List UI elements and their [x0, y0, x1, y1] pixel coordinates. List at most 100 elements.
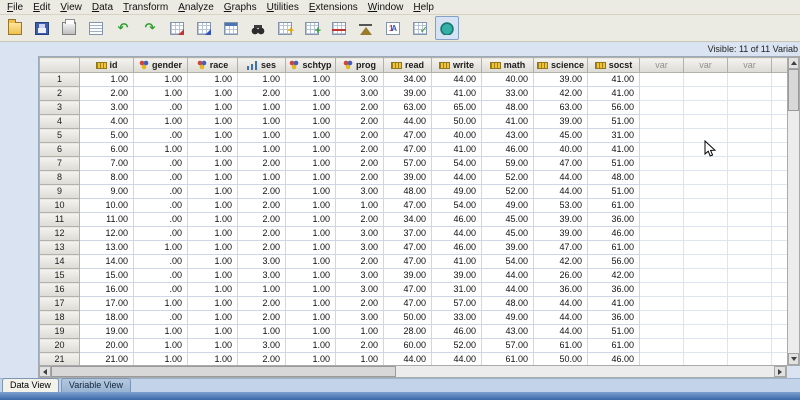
- cell-prog-3[interactable]: 2.00: [335, 100, 384, 115]
- cell-var4-2[interactable]: [771, 86, 787, 101]
- cell-prog-10[interactable]: 1.00: [335, 198, 384, 213]
- cell-math-9[interactable]: 52.00: [481, 184, 534, 199]
- vertical-scroll-thumb[interactable]: [788, 69, 799, 111]
- cell-var2-15[interactable]: [683, 268, 728, 283]
- cell-var3-11[interactable]: [727, 212, 772, 227]
- cell-write-21[interactable]: 44.00: [431, 352, 482, 366]
- cell-var1-11[interactable]: [639, 212, 684, 227]
- cell-read-11[interactable]: 34.00: [383, 212, 432, 227]
- column-header-prog[interactable]: prog: [335, 57, 384, 73]
- column-header-gender[interactable]: gender: [133, 57, 188, 73]
- cell-gender-10[interactable]: .00: [133, 198, 188, 213]
- row-header-19[interactable]: 19: [39, 324, 80, 339]
- cell-var4-5[interactable]: [771, 128, 787, 143]
- variables-button[interactable]: [219, 16, 243, 40]
- cell-gender-14[interactable]: .00: [133, 254, 188, 269]
- cell-race-4[interactable]: 1.00: [187, 114, 238, 129]
- tab-variable-view[interactable]: Variable View: [60, 378, 132, 392]
- row-header-7[interactable]: 7: [39, 156, 80, 171]
- row-header-18[interactable]: 18: [39, 310, 80, 325]
- cell-write-7[interactable]: 54.00: [431, 156, 482, 171]
- cell-var3-13[interactable]: [727, 240, 772, 255]
- cell-write-10[interactable]: 54.00: [431, 198, 482, 213]
- cell-var2-9[interactable]: [683, 184, 728, 199]
- cell-race-20[interactable]: 1.00: [187, 338, 238, 353]
- cell-var3-2[interactable]: [727, 86, 772, 101]
- insert-variable-button[interactable]: [300, 16, 324, 40]
- cell-science-20[interactable]: 61.00: [533, 338, 588, 353]
- menu-utilities[interactable]: Utilities: [262, 1, 304, 14]
- cell-var4-14[interactable]: [771, 254, 787, 269]
- cell-var4-20[interactable]: [771, 338, 787, 353]
- cell-var1-20[interactable]: [639, 338, 684, 353]
- cell-read-10[interactable]: 47.00: [383, 198, 432, 213]
- cell-gender-9[interactable]: .00: [133, 184, 188, 199]
- cell-id-21[interactable]: 21.00: [79, 352, 134, 366]
- cell-gender-12[interactable]: .00: [133, 226, 188, 241]
- cell-gender-2[interactable]: 1.00: [133, 86, 188, 101]
- cell-socst-3[interactable]: 56.00: [587, 100, 640, 115]
- cell-id-17[interactable]: 17.00: [79, 296, 134, 311]
- menu-file[interactable]: File: [2, 1, 28, 14]
- cell-var4-12[interactable]: [771, 226, 787, 241]
- cell-ses-19[interactable]: 1.00: [237, 324, 286, 339]
- cell-math-5[interactable]: 43.00: [481, 128, 534, 143]
- cell-race-15[interactable]: 1.00: [187, 268, 238, 283]
- cell-write-3[interactable]: 65.00: [431, 100, 482, 115]
- row-header-13[interactable]: 13: [39, 240, 80, 255]
- cell-var2-18[interactable]: [683, 310, 728, 325]
- open-data-button[interactable]: [3, 16, 27, 40]
- menu-transform[interactable]: Transform: [118, 1, 173, 14]
- cell-read-19[interactable]: 28.00: [383, 324, 432, 339]
- cell-id-2[interactable]: 2.00: [79, 86, 134, 101]
- cell-write-14[interactable]: 41.00: [431, 254, 482, 269]
- cell-ses-1[interactable]: 1.00: [237, 72, 286, 87]
- cell-prog-11[interactable]: 2.00: [335, 212, 384, 227]
- cell-var2-20[interactable]: [683, 338, 728, 353]
- cell-var3-6[interactable]: [727, 142, 772, 157]
- cell-race-17[interactable]: 1.00: [187, 296, 238, 311]
- cell-var3-20[interactable]: [727, 338, 772, 353]
- cell-var3-12[interactable]: [727, 226, 772, 241]
- cell-math-4[interactable]: 41.00: [481, 114, 534, 129]
- row-header-15[interactable]: 15: [39, 268, 80, 283]
- cell-race-18[interactable]: 1.00: [187, 310, 238, 325]
- cell-var2-2[interactable]: [683, 86, 728, 101]
- cell-race-12[interactable]: 1.00: [187, 226, 238, 241]
- cell-read-14[interactable]: 47.00: [383, 254, 432, 269]
- cell-id-12[interactable]: 12.00: [79, 226, 134, 241]
- cell-math-11[interactable]: 45.00: [481, 212, 534, 227]
- cell-prog-4[interactable]: 2.00: [335, 114, 384, 129]
- cell-read-21[interactable]: 44.00: [383, 352, 432, 366]
- cell-schtyp-9[interactable]: 1.00: [285, 184, 336, 199]
- cell-write-12[interactable]: 44.00: [431, 226, 482, 241]
- cell-gender-3[interactable]: .00: [133, 100, 188, 115]
- value-labels-button[interactable]: [381, 16, 405, 40]
- cell-socst-5[interactable]: 31.00: [587, 128, 640, 143]
- cell-id-9[interactable]: 9.00: [79, 184, 134, 199]
- cell-gender-19[interactable]: 1.00: [133, 324, 188, 339]
- cell-math-21[interactable]: 61.00: [481, 352, 534, 366]
- cell-id-19[interactable]: 19.00: [79, 324, 134, 339]
- cell-var1-4[interactable]: [639, 114, 684, 129]
- cell-science-6[interactable]: 40.00: [533, 142, 588, 157]
- cell-science-21[interactable]: 50.00: [533, 352, 588, 366]
- row-header-16[interactable]: 16: [39, 282, 80, 297]
- cell-write-9[interactable]: 49.00: [431, 184, 482, 199]
- corner-cell[interactable]: [39, 57, 80, 73]
- cell-var3-19[interactable]: [727, 324, 772, 339]
- tab-data-view[interactable]: Data View: [2, 378, 59, 392]
- cell-read-3[interactable]: 63.00: [383, 100, 432, 115]
- recall-dialogs-button[interactable]: [84, 16, 108, 40]
- cell-var4-13[interactable]: [771, 240, 787, 255]
- cell-var2-1[interactable]: [683, 72, 728, 87]
- row-header-9[interactable]: 9: [39, 184, 80, 199]
- cell-var1-18[interactable]: [639, 310, 684, 325]
- cell-ses-2[interactable]: 2.00: [237, 86, 286, 101]
- cell-read-4[interactable]: 44.00: [383, 114, 432, 129]
- cell-race-7[interactable]: 1.00: [187, 156, 238, 171]
- cell-var4-3[interactable]: [771, 100, 787, 115]
- cell-ses-18[interactable]: 2.00: [237, 310, 286, 325]
- cell-id-18[interactable]: 18.00: [79, 310, 134, 325]
- cell-race-5[interactable]: 1.00: [187, 128, 238, 143]
